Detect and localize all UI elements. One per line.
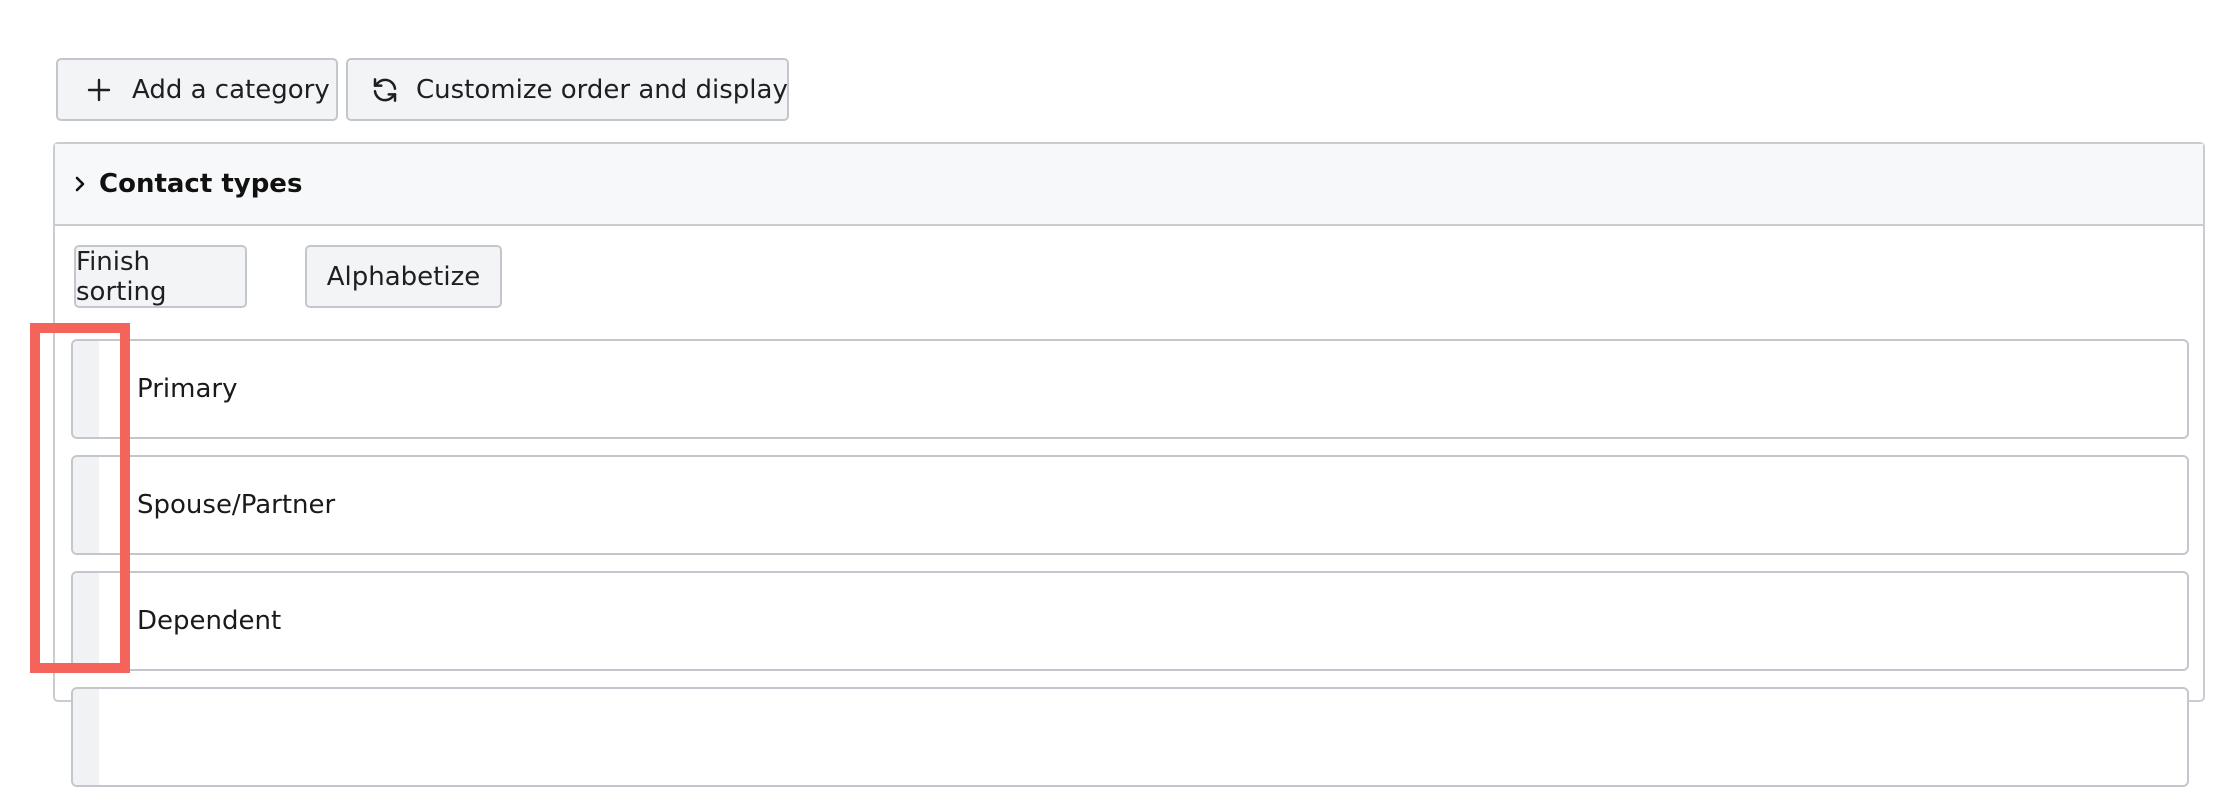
section-title: Contact types — [99, 169, 303, 199]
category-item-label: Dependent — [137, 606, 282, 636]
contact-types-section: Contact types Finish sorting Alphabetize… — [53, 142, 2205, 787]
add-category-button[interactable]: Add a category — [56, 58, 338, 121]
plus-icon — [82, 73, 116, 107]
category-item[interactable]: Spouse/Partner — [71, 455, 2189, 555]
category-item[interactable]: Primary — [71, 339, 2189, 439]
refresh-icon — [370, 73, 400, 107]
customize-order-button[interactable]: Customize order and display — [346, 58, 789, 121]
add-category-label: Add a category — [132, 74, 330, 105]
alphabetize-button[interactable]: Alphabetize — [305, 245, 502, 308]
customize-order-label: Customize order and display — [416, 74, 788, 105]
category-item[interactable] — [71, 687, 2189, 787]
drag-handle[interactable] — [73, 341, 99, 437]
category-item-label: Spouse/Partner — [137, 490, 336, 520]
category-item-label: Primary — [137, 374, 238, 404]
drag-handle[interactable] — [73, 689, 99, 785]
finish-sorting-button[interactable]: Finish sorting — [74, 245, 247, 308]
section-header[interactable]: Contact types — [55, 144, 2203, 226]
drag-handle[interactable] — [73, 573, 99, 669]
drag-handle[interactable] — [73, 457, 99, 553]
category-item[interactable]: Dependent — [71, 571, 2189, 671]
chevron-right-icon[interactable] — [73, 175, 93, 193]
